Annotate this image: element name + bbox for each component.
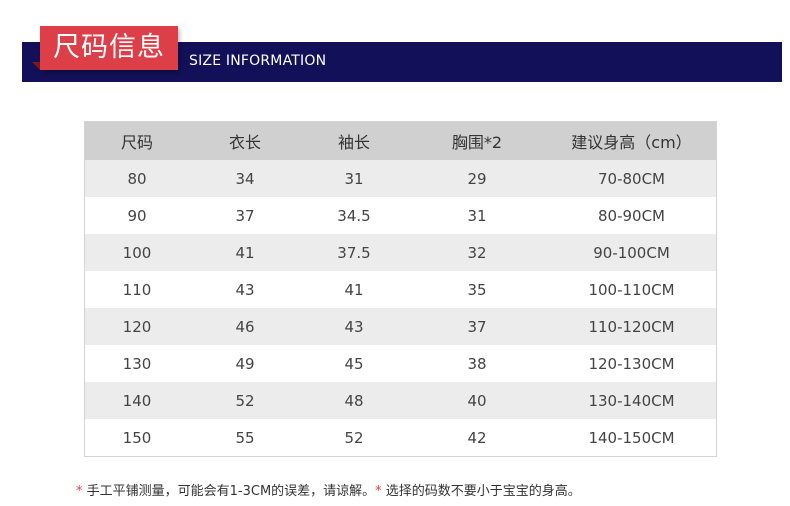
column-header-sleeve: 袖长	[337, 133, 370, 152]
cell-length: 52	[235, 391, 255, 410]
cell-sleeve: 31	[344, 169, 364, 188]
column-header-chest: 胸围*2	[451, 133, 503, 152]
note-text-height: 选择的码数不要小于宝宝的身高。	[381, 484, 581, 499]
cell-height: 80-90CM	[597, 206, 665, 225]
cell-size: 110	[122, 280, 152, 299]
cell-length: 41	[235, 243, 255, 262]
cell-sleeve: 45	[344, 354, 364, 373]
cell-chest: 40	[467, 391, 487, 410]
cell-height: 100-110CM	[588, 280, 675, 299]
cell-sleeve: 48	[344, 391, 364, 410]
cell-chest: 29	[467, 169, 487, 188]
cell-height: 90-100CM	[593, 243, 670, 262]
cell-size: 130	[122, 354, 152, 373]
cell-chest: 32	[467, 243, 487, 262]
table-row: 110 43 41 35 100-110CM	[85, 271, 716, 308]
cell-chest: 42	[467, 428, 487, 447]
cell-size: 90	[127, 206, 147, 225]
table-header-row: 尺码 衣长 袖长 胸围*2 建议身高（cm）	[85, 122, 716, 160]
table-row: 140 52 48 40 130-140CM	[85, 382, 716, 419]
header-title-en: SIZE INFORMATION	[189, 53, 327, 69]
cell-sleeve: 43	[344, 317, 364, 336]
header-title-tab: 尺码信息	[40, 26, 178, 70]
cell-size: 120	[122, 317, 152, 336]
cell-chest: 37	[467, 317, 487, 336]
tab-fold-shadow	[32, 62, 40, 70]
cell-chest: 35	[467, 280, 487, 299]
cell-sleeve: 37.5	[337, 243, 371, 262]
cell-height: 130-140CM	[588, 391, 675, 410]
column-header-height: 建议身高（cm）	[571, 133, 692, 152]
table-row: 80 34 31 29 70-80CM	[85, 160, 716, 197]
table-row: 90 37 34.5 31 80-90CM	[85, 197, 716, 234]
measurement-note: * 手工平铺测量，可能会有1-3CM的误差，请谅解。* 选择的码数不要小于宝宝的…	[76, 482, 581, 502]
size-table: 尺码 衣长 袖长 胸围*2 建议身高（cm） 80 34 31 29 70-80…	[84, 121, 717, 457]
cell-size: 100	[122, 243, 152, 262]
cell-size: 150	[122, 428, 152, 447]
cell-chest: 31	[467, 206, 487, 225]
table-row: 130 49 45 38 120-130CM	[85, 345, 716, 382]
cell-length: 49	[235, 354, 255, 373]
cell-height: 120-130CM	[588, 354, 675, 373]
cell-sleeve: 34.5	[337, 206, 371, 225]
cell-length: 43	[235, 280, 255, 299]
table-row: 100 41 37.5 32 90-100CM	[85, 234, 716, 271]
cell-height: 70-80CM	[597, 169, 665, 188]
cell-sleeve: 41	[344, 280, 364, 299]
cell-length: 37	[235, 206, 255, 225]
cell-length: 34	[235, 169, 255, 188]
cell-chest: 38	[467, 354, 487, 373]
cell-height: 140-150CM	[588, 428, 675, 447]
cell-length: 46	[235, 317, 255, 336]
note-text-measurement: 手工平铺测量，可能会有1-3CM的误差，请谅解。	[82, 484, 376, 499]
table-row: 120 46 43 37 110-120CM	[85, 308, 716, 345]
cell-sleeve: 52	[344, 428, 364, 447]
cell-size: 140	[122, 391, 152, 410]
cell-size: 80	[127, 169, 147, 188]
cell-height: 110-120CM	[588, 317, 675, 336]
cell-length: 55	[235, 428, 255, 447]
column-header-size: 尺码	[120, 133, 153, 152]
column-header-length: 衣长	[228, 133, 261, 152]
table-row: 150 55 52 42 140-150CM	[85, 419, 716, 456]
